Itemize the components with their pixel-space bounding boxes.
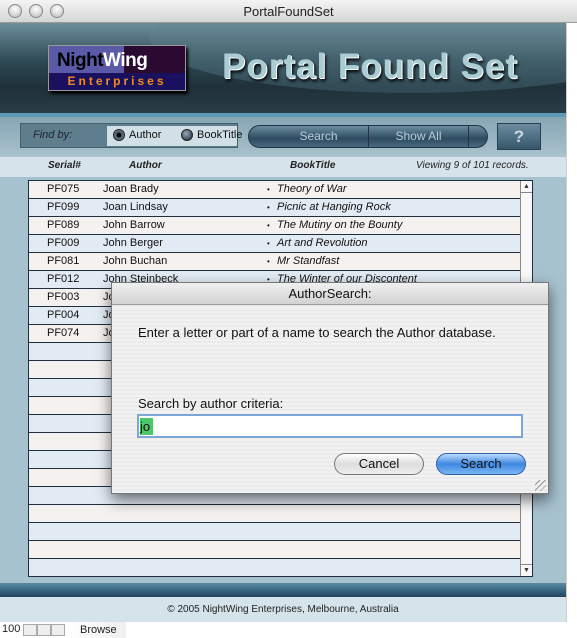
bullet-icon: • [267,203,270,212]
footer: © 2005 NightWing Enterprises, Melbourne,… [0,597,566,622]
table-row[interactable]: PF075 Joan Brady • Theory of War [29,181,520,199]
zoom-in-icon[interactable] [37,624,51,636]
dialog-search-button[interactable]: Search [436,453,526,475]
bullet-icon: • [267,239,270,248]
table-row[interactable]: PF089 John Barrow • The Mutiny on the Bount… [29,217,520,235]
table-row[interactable]: PF081 John Buchan • Mr Standfast [29,253,520,271]
author-search-dialog: AuthorSearch: Enter a letter or part of … [111,282,549,494]
selected-text-highlight: jo [140,418,153,435]
bullet-icon: • [267,257,270,266]
scroll-up-icon[interactable]: ▲ [521,181,532,193]
help-button[interactable]: ? [497,123,541,150]
cell-author: John Buchan [103,255,168,267]
toolbar: Find by: Author BookTitle Search Show Al… [0,117,566,157]
cancel-button[interactable]: Cancel [334,453,424,475]
cell-serial: PF075 [47,183,80,195]
column-header: Serial# Author BookTitle Viewing 9 of 10… [0,157,566,177]
window-title: PortalFoundSet [243,4,334,19]
action-button-bar: Search Show All [248,125,488,148]
column-serial: Serial# [48,160,81,171]
find-by-group: Find by: Author BookTitle [20,123,242,148]
table-row[interactable] [29,559,520,577]
logo-subtitle: Enterprises [49,73,185,90]
footer-bar [0,583,566,597]
table-row[interactable] [29,541,520,559]
cell-serial: PF074 [47,327,80,339]
cell-serial: PF003 [47,291,80,303]
window-titlebar: PortalFoundSet [0,0,577,23]
cell-booktitle: Mr Standfast [277,255,340,267]
radio-unselected-icon [181,129,193,141]
company-logo: NightWing Enterprises [48,45,186,91]
bullet-icon: • [267,221,270,230]
cell-booktitle: Theory of War [277,183,347,195]
table-row[interactable] [29,505,520,523]
cell-author: Joan Brady [103,183,159,195]
table-row[interactable]: PF099 Joan Lindsay • Picnic at Hanging Rock [29,199,520,217]
search-button[interactable]: Search [269,126,369,147]
radio-author[interactable]: Author [113,129,161,141]
minimize-window-button[interactable] [29,4,43,18]
zoom-window-button[interactable] [50,4,64,18]
cell-author: Joan Lindsay [103,201,168,213]
table-row[interactable]: PF009 John Berger • Art and Revolution [29,235,520,253]
page-title: Portal Found Set [222,47,518,86]
scroll-down-icon[interactable]: ▼ [521,564,532,576]
table-row[interactable] [29,523,520,541]
radio-booktitle[interactable]: BookTitle [181,129,242,141]
window-right-edge [566,23,577,622]
column-author: Author [129,160,162,171]
cell-serial: PF099 [47,201,80,213]
cell-serial: PF012 [47,273,80,285]
cell-serial: PF004 [47,309,80,321]
cell-booktitle: The Mutiny on the Bounty [277,219,403,231]
mode-indicator[interactable]: Browse [70,622,126,638]
author-criteria-input[interactable] [137,414,523,438]
find-by-label: Find by: [33,129,73,141]
cell-author: John Barrow [103,219,165,231]
status-toggle-icon[interactable] [51,624,65,636]
find-by-radios: Author BookTitle [107,126,242,146]
dialog-message: Enter a letter or part of a name to sear… [138,325,496,340]
cell-serial: PF009 [47,237,80,249]
bullet-icon: • [267,185,270,194]
cell-booktitle: Art and Revolution [277,237,368,249]
column-booktitle: BookTitle [290,160,336,171]
zoom-level[interactable]: 100 [2,623,20,635]
cell-author: John Berger [103,237,163,249]
criteria-label: Search by author criteria: [138,396,284,411]
resize-grip-icon[interactable] [535,480,546,491]
cell-serial: PF081 [47,255,80,267]
record-count: Viewing 9 of 101 records. [416,160,529,171]
zoom-out-icon[interactable] [23,624,37,636]
show-all-button[interactable]: Show All [369,126,469,147]
close-window-button[interactable] [8,4,22,18]
status-bar: 100 Browse [0,622,577,638]
header-banner: NightWing Enterprises Portal Found Set [0,23,566,115]
cell-booktitle: Picnic at Hanging Rock [277,201,391,213]
dialog-title: AuthorSearch: [112,283,548,305]
cell-serial: PF089 [47,219,80,231]
radio-selected-icon [113,129,125,141]
logo-wordmark: NightWing [57,50,148,71]
